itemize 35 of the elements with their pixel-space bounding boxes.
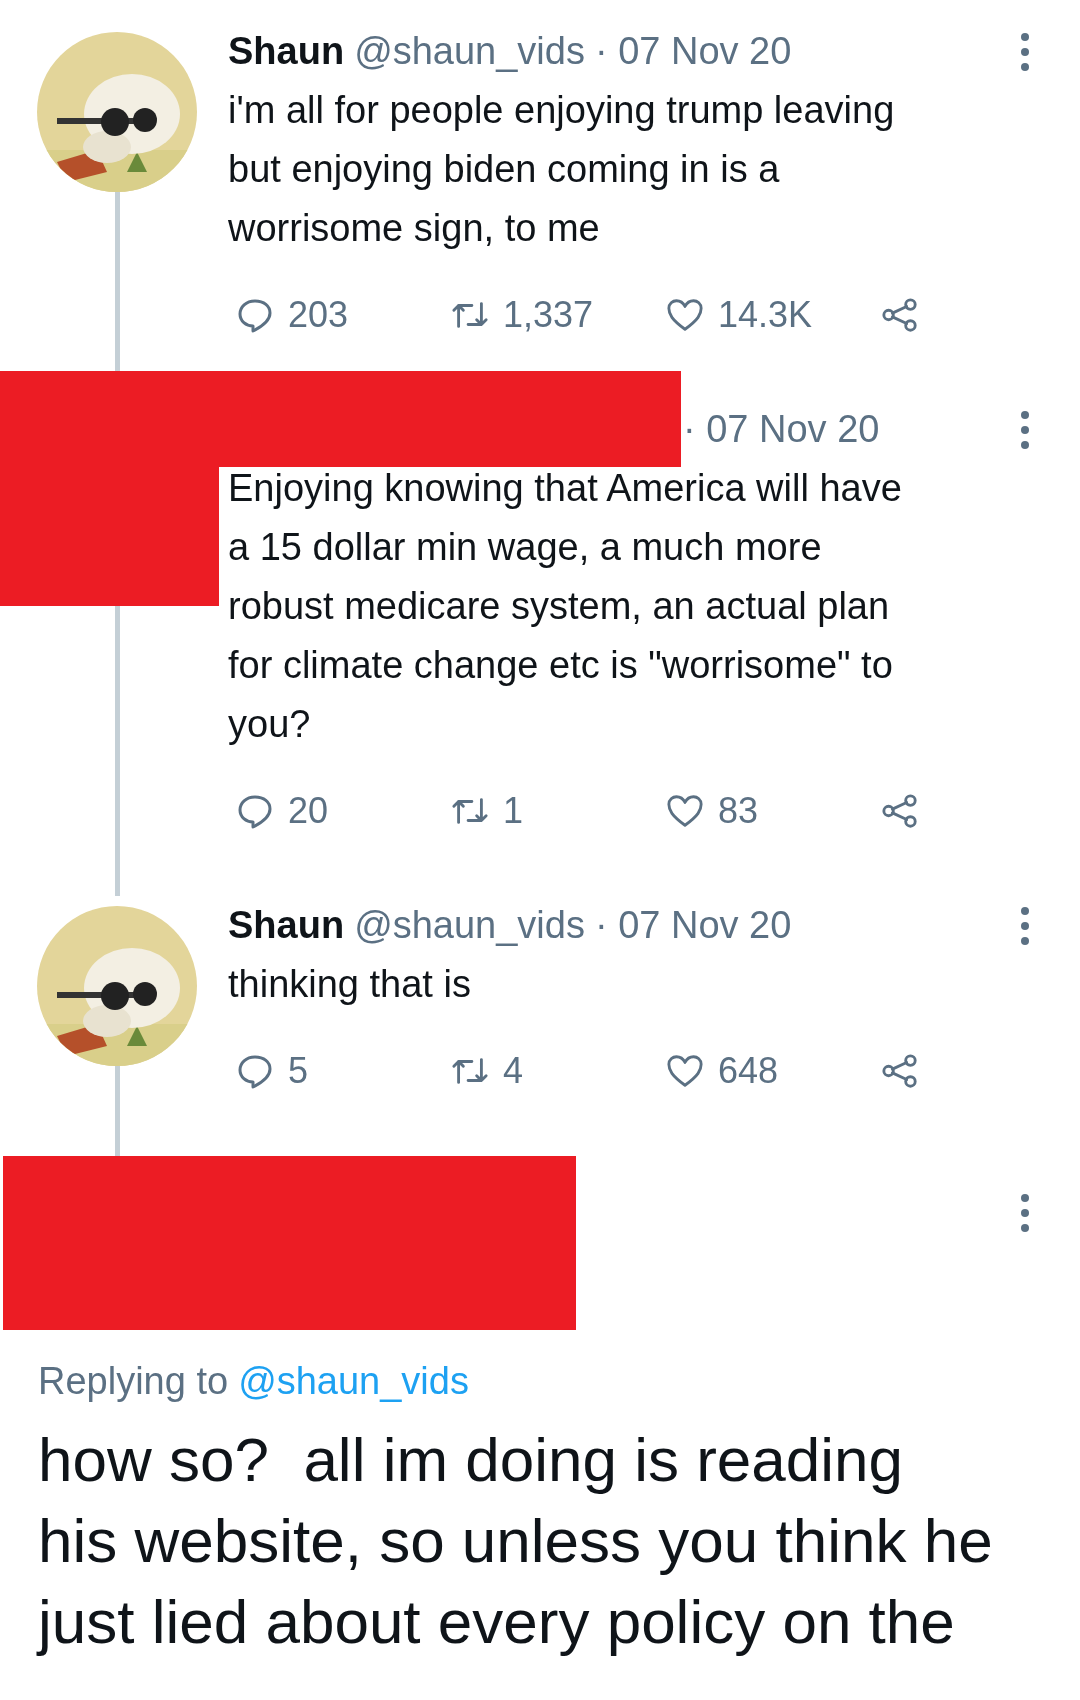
reply-count: 203 [288,294,349,336]
retweet-count: 1,337 [503,294,594,336]
heart-icon[interactable] [666,793,704,829]
reply-count: 20 [288,790,329,832]
retweet-count: 1 [503,790,524,832]
share-icon[interactable] [881,793,919,829]
tweet-text: Enjoying knowing that America will have a 15 dollar min wage, a much more robust medicare system, an actual plan for climate change etc is "worrisome" to you? [228,466,903,747]
user-name[interactable]: Shaun [228,30,345,73]
user-name[interactable]: Shaun [228,904,345,947]
heart-icon[interactable] [666,297,704,333]
replying-label: Replying to [38,1360,229,1403]
heart-icon[interactable] [666,1053,704,1089]
tweet-text: thinking that is [228,962,472,1007]
tweet-date: · 07 Nov 20 [594,30,792,73]
user-handle[interactable]: @shaun_vids [354,30,585,73]
reply-icon[interactable] [236,1053,274,1089]
share-icon[interactable] [881,1053,919,1089]
reply-count: 5 [288,1050,309,1092]
tweet-text: i'm all for people enjoying trump leaving but enjoying biden coming in is a worrisome sign, to me [228,88,896,251]
more-icon[interactable] [1020,31,1030,72]
more-icon[interactable] [1020,409,1030,450]
reply-icon[interactable] [236,297,274,333]
user-handle[interactable]: @shaun_vids [354,904,585,947]
more-icon[interactable] [1020,905,1030,946]
reply-text: how so? all im doing is reading his website, so unless you think he just lied about every policy on the [38,1424,994,1658]
tweet-date: · 07 Nov 20 [683,408,880,451]
more-icon[interactable] [1020,1193,1030,1233]
like-count: 648 [718,1050,779,1092]
retweet-count: 4 [503,1050,524,1092]
like-count: 14.3K [718,294,813,336]
tweet-date: · 07 Nov 20 [594,904,792,947]
share-icon[interactable] [881,297,919,333]
mention-link[interactable]: @shaun_vids [238,1360,469,1403]
reply-icon[interactable] [236,793,274,829]
like-count: 83 [718,790,759,832]
